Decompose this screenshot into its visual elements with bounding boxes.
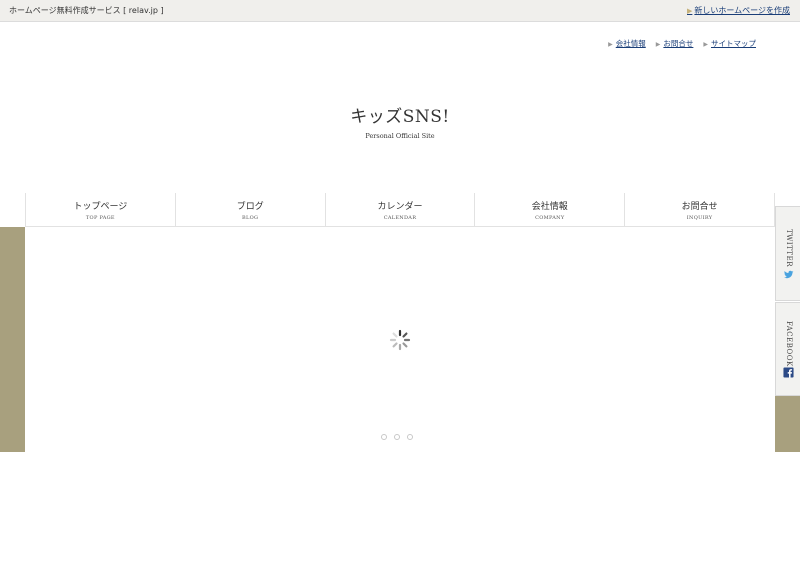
accent-band-right: [775, 396, 800, 452]
nav-item-sublabel: INQUIRY: [686, 215, 713, 221]
twitter-tab-label: TWITTER: [785, 229, 793, 267]
facebook-tab[interactable]: FACEBOOK: [775, 302, 800, 396]
twitter-tab[interactable]: TWITTER: [775, 206, 800, 301]
global-nav: トップページ TOP PAGE ブログ BLOG カレンダー CALENDAR …: [25, 193, 775, 227]
slider-dot-3[interactable]: [407, 434, 413, 440]
arrow-right-icon: ▶: [687, 7, 693, 15]
nav-item-inquiry[interactable]: お問合せ INQUIRY: [624, 193, 775, 226]
nav-item-calendar[interactable]: カレンダー CALENDAR: [324, 193, 475, 226]
slider-dot-1[interactable]: [381, 434, 387, 440]
nav-item-sublabel: BLOG: [242, 215, 259, 221]
site-title[interactable]: キッズSNS!: [0, 102, 800, 127]
util-link-company[interactable]: ▶ 会社情報: [608, 38, 646, 49]
arrow-right-icon: ▶: [608, 41, 613, 48]
nav-item-blog[interactable]: ブログ BLOG: [174, 193, 325, 226]
slider-pagination: [381, 434, 413, 440]
create-new-homepage-text: 新しいホームページを作成: [694, 6, 790, 15]
utility-links: ▶ 会社情報 ▶ お問合せ ▶ サイトマップ: [608, 38, 756, 49]
facebook-f-icon: [783, 367, 794, 378]
util-link-company-text: 会社情報: [615, 39, 646, 48]
util-link-sitemap[interactable]: ▶ サイトマップ: [703, 38, 756, 49]
nav-item-label: お問合せ: [681, 202, 718, 212]
nav-item-label: カレンダー: [377, 202, 423, 212]
util-link-inquiry[interactable]: ▶ お問合せ: [656, 38, 694, 49]
arrow-right-icon: ▶: [655, 41, 661, 48]
nav-item-label: 会社情報: [531, 202, 568, 212]
nav-item-top-page[interactable]: トップページ TOP PAGE: [25, 193, 175, 226]
top-bar: ホームページ無料作成サービス [ relav.jp ] ▶ 新しいホームページを作…: [0, 0, 800, 22]
nav-item-label: トップページ: [73, 202, 128, 212]
loading-spinner-icon: [389, 329, 411, 351]
facebook-tab-label: FACEBOOK: [785, 321, 793, 367]
accent-band-left: [0, 227, 25, 452]
util-link-inquiry-text: お問合せ: [663, 39, 694, 48]
arrow-right-icon: ▶: [703, 41, 708, 48]
util-link-sitemap-text: サイトマップ: [711, 39, 756, 48]
nav-item-label: ブログ: [236, 202, 264, 212]
site-subtitle: Personal Official Site: [365, 132, 435, 140]
nav-item-sublabel: COMPANY: [535, 215, 565, 221]
create-new-homepage-link[interactable]: ▶ 新しいホームページを作成: [687, 5, 790, 16]
service-label: ホームページ無料作成サービス [ relav.jp ]: [9, 6, 164, 15]
nav-item-sublabel: TOP PAGE: [85, 215, 115, 221]
slider-dot-2[interactable]: [394, 434, 400, 440]
twitter-bird-icon: [784, 270, 794, 279]
nav-item-company[interactable]: 会社情報 COMPANY: [474, 193, 624, 226]
site-branding: キッズSNS! Personal Official Site: [0, 102, 800, 140]
nav-item-sublabel: CALENDAR: [383, 215, 417, 221]
